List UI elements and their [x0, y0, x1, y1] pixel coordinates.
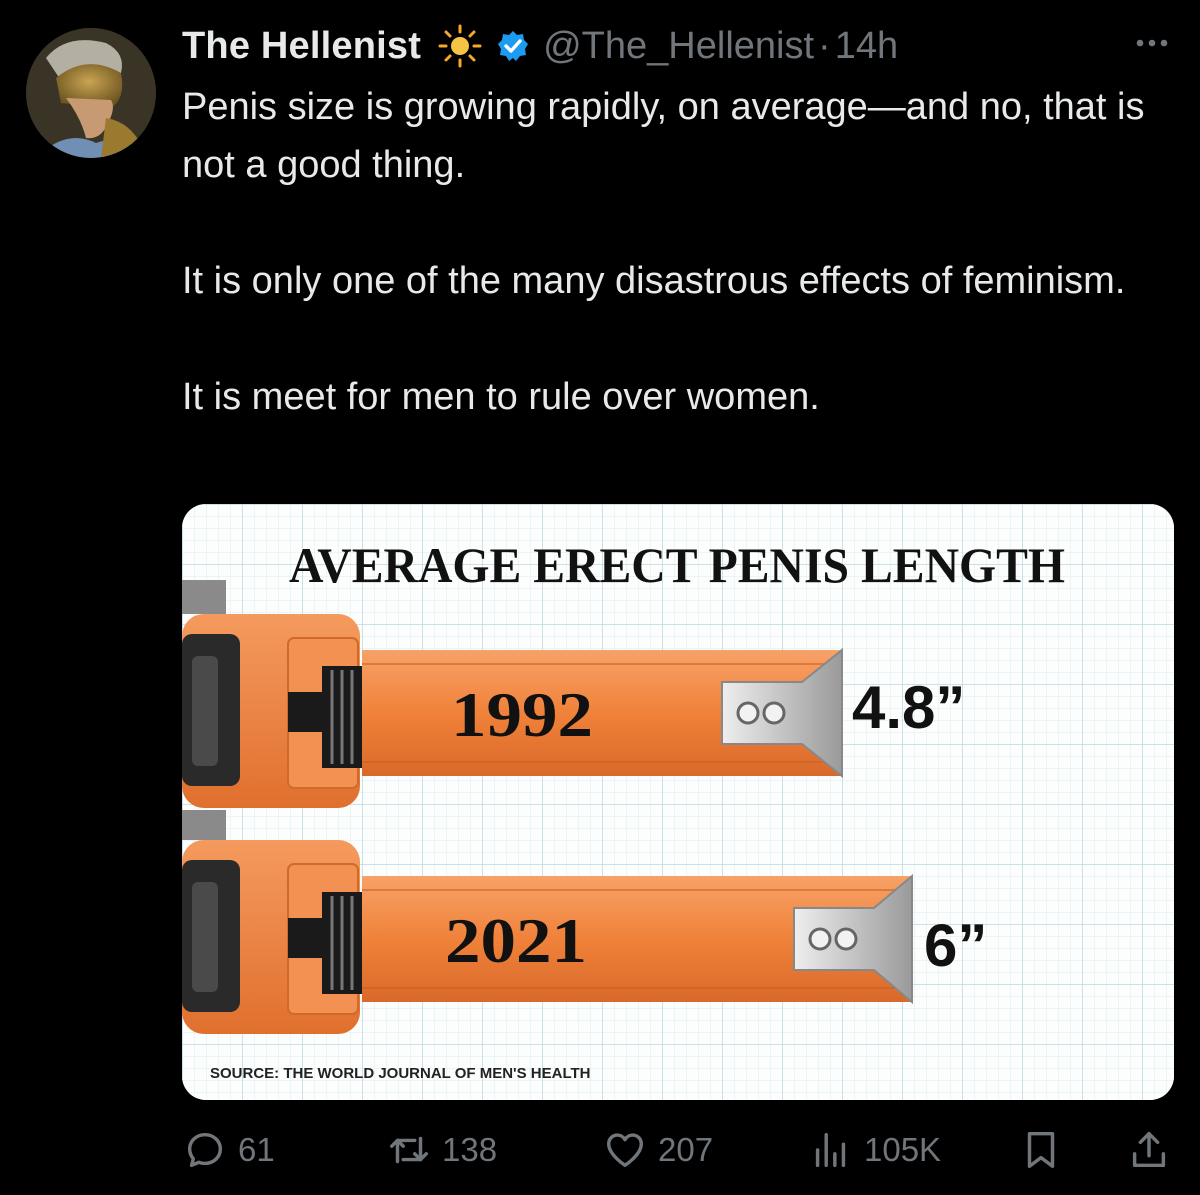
views-chart-icon	[815, 1132, 846, 1168]
views-count: 105K	[864, 1131, 942, 1168]
heart-icon	[606, 1133, 644, 1168]
like-button[interactable]: 207	[602, 1118, 713, 1182]
author-avatar[interactable]	[26, 28, 156, 158]
attached-image[interactable]: AVERAGE ERECT PENIS LENGTH 1992 4.8” 202…	[182, 504, 1174, 1100]
sun-icon	[437, 23, 483, 69]
action-bar: 61 138 207 105K	[182, 1118, 1172, 1182]
reply-icon	[187, 1132, 223, 1168]
author-name[interactable]: The Hellenist	[182, 25, 421, 68]
reply-count: 61	[238, 1131, 275, 1168]
tweet-paragraph: It is meet for men to rule over women.	[182, 376, 820, 418]
separator-dot: ·	[818, 24, 831, 67]
bookmark-button[interactable]	[1018, 1118, 1064, 1182]
post-time[interactable]: 14h	[835, 25, 898, 68]
views-button[interactable]: 105K	[808, 1118, 941, 1182]
tweet-text: Penis size is growing rapidly, on averag…	[182, 78, 1172, 426]
tweet-paragraph: It is only one of the many disastrous ef…	[182, 260, 1126, 302]
tape-year-1992: 1992	[451, 679, 593, 750]
tweet-header: The Hellenist @The_Hellenist · 14h	[182, 20, 1172, 72]
tape-length-1992: 4.8”	[852, 674, 965, 741]
author-handle[interactable]: @The_Hellenist	[543, 25, 814, 68]
repost-icon	[390, 1136, 428, 1164]
verified-check-icon[interactable]	[497, 30, 529, 62]
infographic-title: AVERAGE ERECT PENIS LENGTH	[289, 537, 1065, 593]
infographic-source: SOURCE: THE WORLD JOURNAL OF MEN'S HEALT…	[210, 1065, 591, 1082]
tweet-paragraph: Penis size is growing rapidly, on averag…	[182, 86, 1145, 186]
bookmark-icon	[1027, 1131, 1055, 1169]
repost-button[interactable]: 138	[386, 1118, 497, 1182]
repost-count: 138	[442, 1131, 498, 1168]
share-button[interactable]	[1126, 1118, 1172, 1182]
tape-year-2021: 2021	[445, 905, 587, 976]
share-icon	[1132, 1131, 1166, 1168]
reply-button[interactable]: 61	[182, 1118, 275, 1182]
more-options-icon[interactable]	[1132, 28, 1172, 58]
tape-length-2021: 6”	[924, 912, 987, 979]
like-count: 207	[658, 1131, 714, 1168]
